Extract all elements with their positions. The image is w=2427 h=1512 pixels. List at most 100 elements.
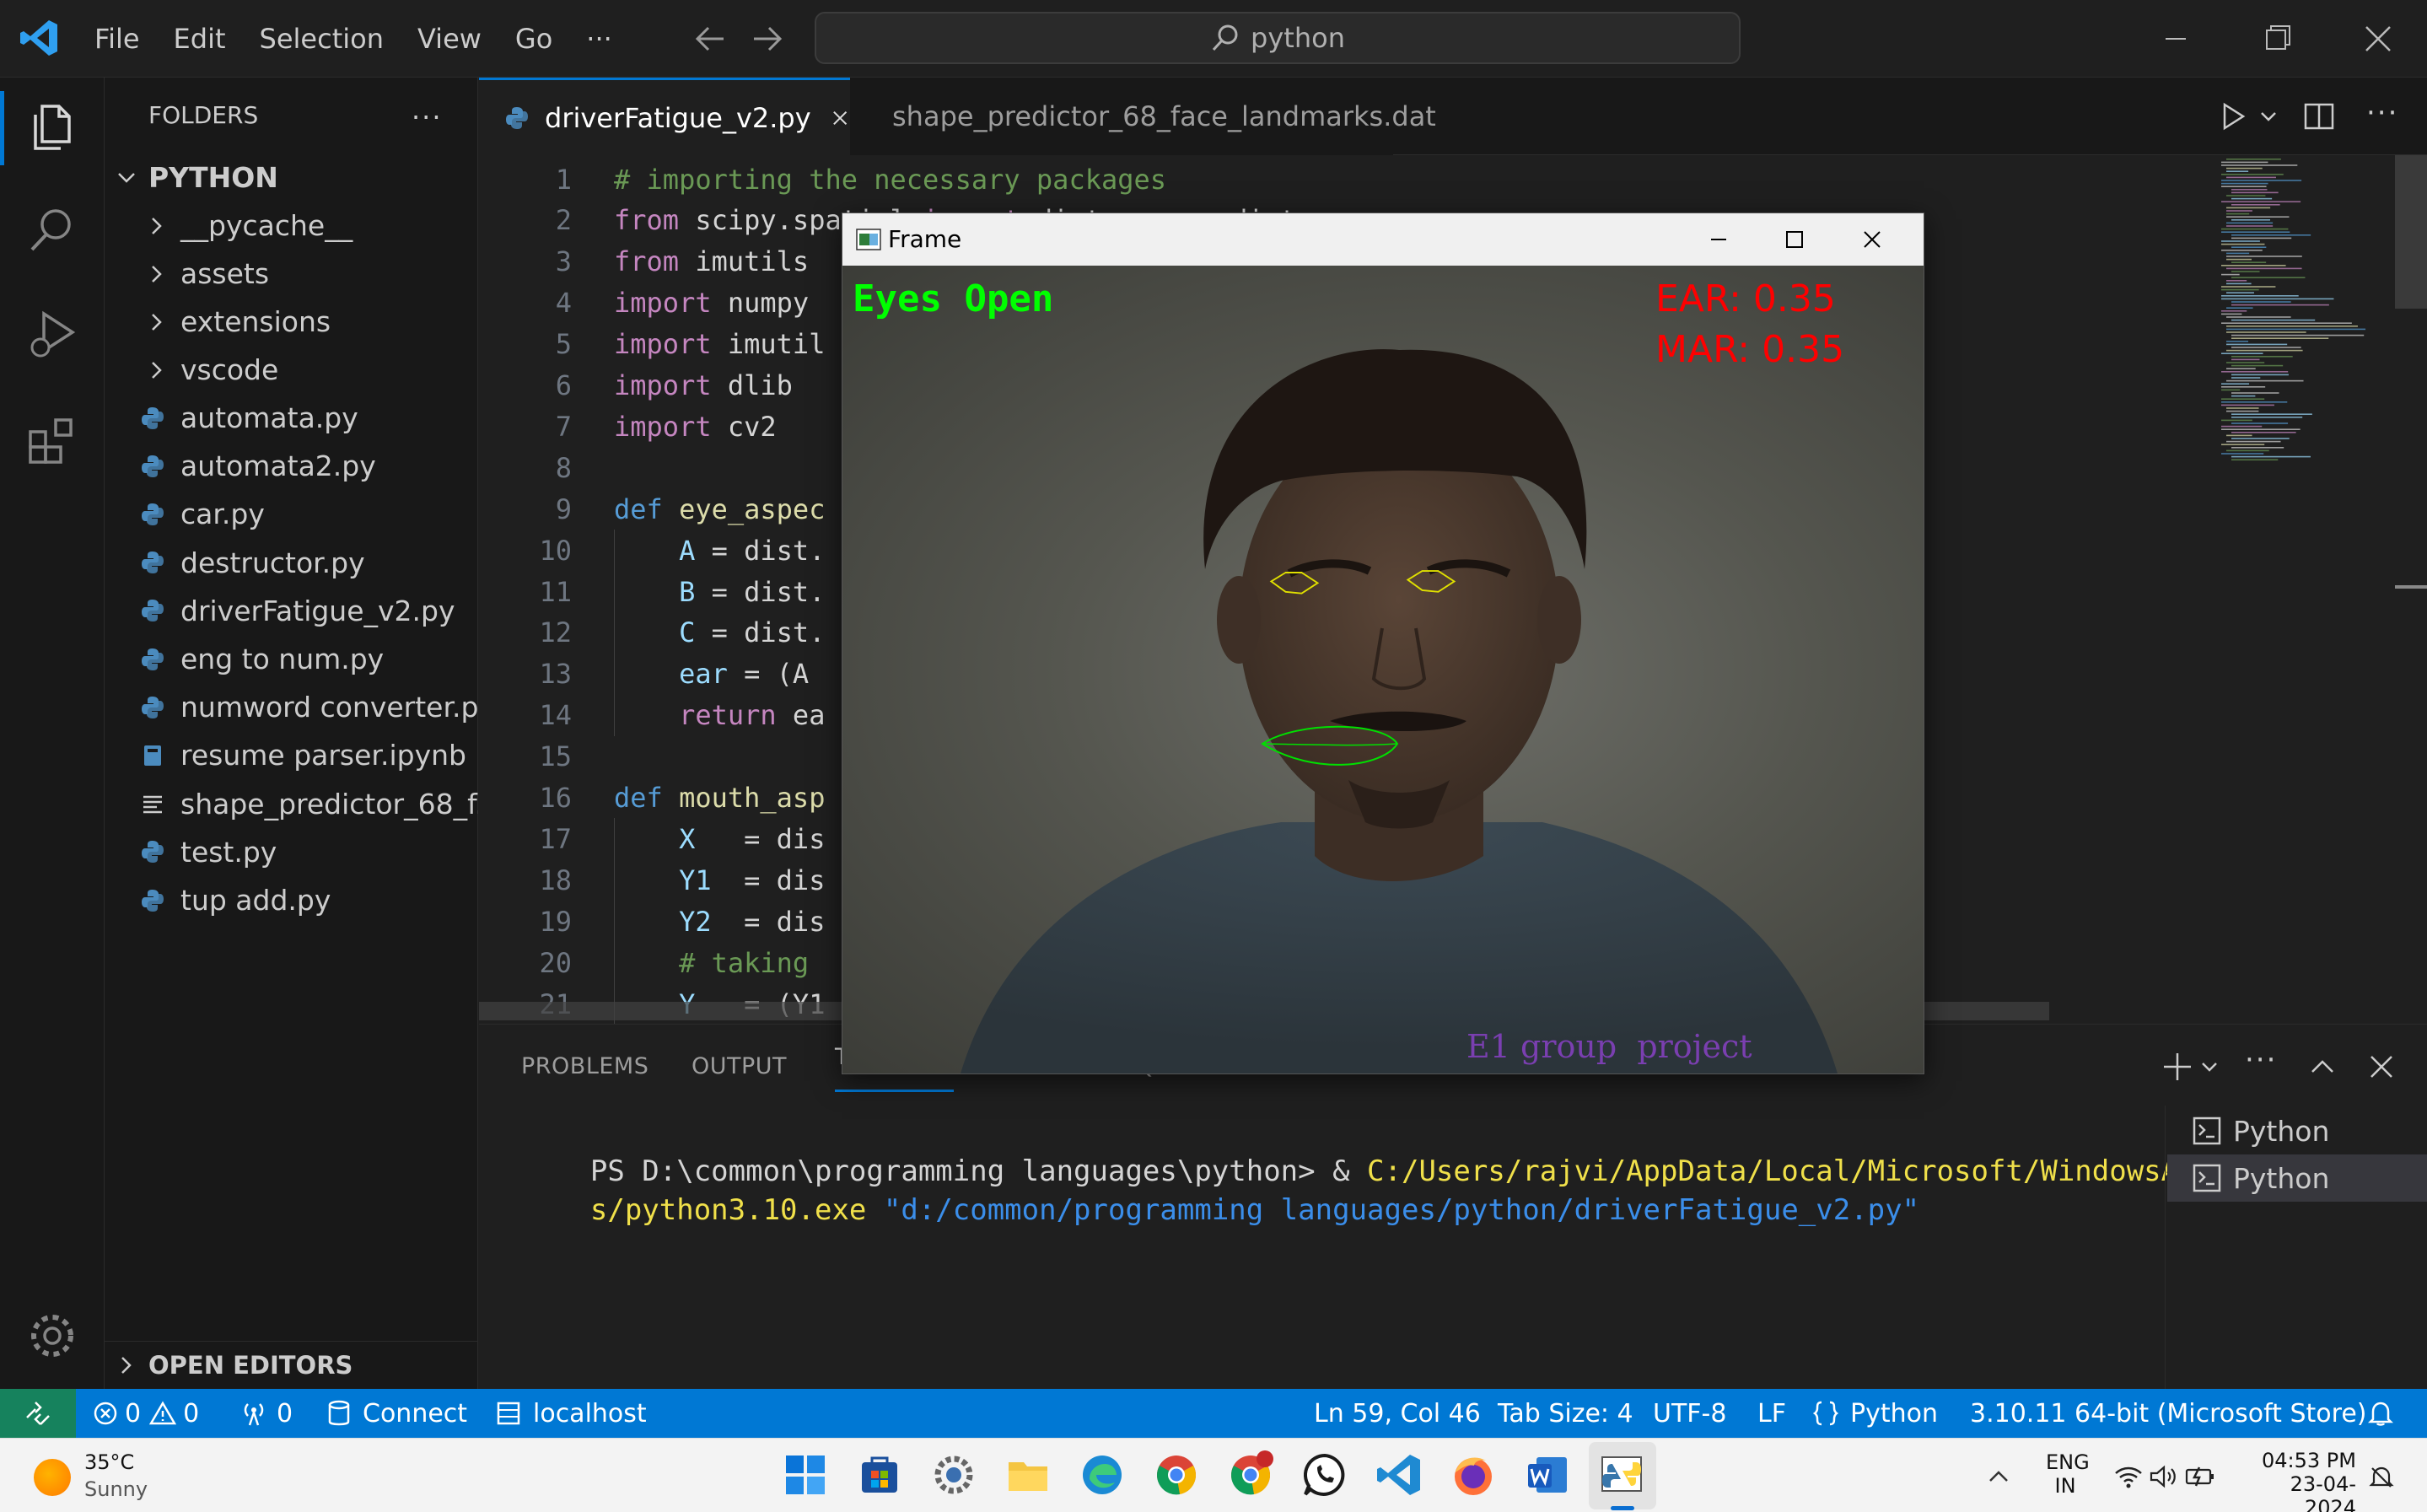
connect-status[interactable]: Connect xyxy=(327,1389,467,1438)
menu-file[interactable]: File xyxy=(78,0,157,78)
tab-size[interactable]: Tab Size: 4 xyxy=(1498,1389,1633,1438)
close-panel-icon[interactable] xyxy=(2366,1052,2397,1082)
file-item[interactable]: automata.py xyxy=(105,394,478,442)
ports-status[interactable]: 0 xyxy=(239,1389,293,1438)
windows-start-icon[interactable] xyxy=(781,1450,830,1499)
code-line[interactable]: 9 def eye_aspec xyxy=(479,488,826,530)
input-language[interactable]: ENG IN xyxy=(2046,1450,2090,1498)
terminal-list-item-active[interactable]: Python xyxy=(2167,1154,2427,1202)
menu-more[interactable]: ··· xyxy=(569,0,629,78)
terminal-line-2[interactable]: s/python3.10.exe "d:/common/programming … xyxy=(521,1160,1919,1261)
vscode-taskbar-icon[interactable] xyxy=(1375,1450,1423,1499)
editor-more-actions-icon[interactable]: ··· xyxy=(2366,96,2398,130)
open-editors-section[interactable]: OPEN EDITORS xyxy=(105,1341,478,1389)
chrome-profile-icon[interactable] xyxy=(1226,1450,1275,1499)
folder-item[interactable]: extensions xyxy=(105,298,478,346)
tab-driverfatigue[interactable]: driverFatigue_v2.py xyxy=(479,78,850,155)
file-item[interactable]: numword converter.py xyxy=(105,683,478,731)
frame-minimize-button[interactable] xyxy=(1704,225,1733,254)
close-tab-icon[interactable] xyxy=(830,105,850,131)
folder-item[interactable]: vscode xyxy=(105,346,478,394)
weather-sun-icon[interactable] xyxy=(34,1459,71,1496)
python-app-icon[interactable] xyxy=(1597,1450,1646,1499)
tab-problems[interactable]: PROBLEMS xyxy=(521,1025,648,1107)
terminal-dropdown-chevron-icon[interactable] xyxy=(2199,1057,2220,1077)
file-item[interactable]: automata2.py xyxy=(105,442,478,490)
file-item[interactable]: destructor.py xyxy=(105,539,478,587)
system-tray-chevron-icon[interactable] xyxy=(1987,1466,2010,1486)
code-line[interactable]: 11 B = dist. xyxy=(479,571,825,612)
code-line[interactable]: 13 ear = (A xyxy=(479,653,809,695)
weather-temp[interactable]: 35°C xyxy=(84,1450,134,1474)
file-item[interactable]: test.py xyxy=(105,828,478,876)
split-editor-icon[interactable] xyxy=(2302,100,2336,133)
file-item[interactable]: car.py xyxy=(105,490,478,538)
command-center-search[interactable]: python xyxy=(815,12,1741,64)
encoding[interactable]: UTF-8 xyxy=(1653,1389,1726,1438)
code-line[interactable]: 10 A = dist. xyxy=(479,530,825,572)
file-item[interactable]: driverFatigue_v2.py xyxy=(105,587,478,635)
code-line[interactable]: 14 return ea xyxy=(479,694,825,736)
word-icon[interactable] xyxy=(1523,1450,1572,1499)
code-line[interactable]: 17 X = dis xyxy=(479,818,825,860)
remote-indicator[interactable] xyxy=(0,1389,76,1438)
file-item[interactable]: tup add.py xyxy=(105,876,478,924)
menu-go[interactable]: Go xyxy=(498,0,569,78)
frame-maximize-button[interactable] xyxy=(1780,225,1809,254)
terminal-list-item[interactable]: Python xyxy=(2193,1107,2329,1154)
wifi-icon[interactable] xyxy=(2113,1464,2144,1489)
clock[interactable]: 04:53 PM 23-04-2024 xyxy=(2247,1449,2356,1512)
more-actions-icon[interactable]: ··· xyxy=(412,101,443,133)
settings-gear-icon[interactable] xyxy=(24,1307,81,1364)
search-icon[interactable] xyxy=(24,201,81,258)
notification-center-icon[interactable] xyxy=(2368,1464,2395,1491)
code-line[interactable]: 7 import cv2 xyxy=(479,406,777,447)
host-status[interactable]: localhost xyxy=(496,1389,647,1438)
code-line[interactable]: 19 Y2 = dis xyxy=(479,901,825,943)
folder-item[interactable]: assets xyxy=(105,250,478,298)
extensions-icon[interactable] xyxy=(24,410,81,467)
code-line[interactable]: 20 # taking xyxy=(479,942,809,984)
code-line[interactable]: 15 xyxy=(479,736,614,778)
volume-icon[interactable] xyxy=(2149,1464,2177,1489)
cursor-position[interactable]: Ln 59, Col 46 xyxy=(1314,1389,1481,1438)
code-line[interactable]: 18 Y1 = dis xyxy=(479,859,825,901)
restore-button[interactable] xyxy=(2260,22,2294,54)
close-button[interactable] xyxy=(2361,22,2395,56)
code-line[interactable]: 8 xyxy=(479,447,614,488)
vertical-scrollbar-thumb[interactable] xyxy=(2395,155,2427,309)
file-explorer-icon[interactable] xyxy=(1004,1450,1052,1499)
run-debug-icon[interactable] xyxy=(24,305,81,363)
new-terminal-plus-icon[interactable] xyxy=(2161,1050,2194,1084)
store-icon[interactable] xyxy=(855,1450,904,1499)
file-item[interactable]: shape_predictor_68_f... xyxy=(105,780,478,828)
end-of-line[interactable]: LF xyxy=(1757,1389,1786,1438)
code-line[interactable]: 6 import dlib xyxy=(479,365,793,406)
edge-browser-icon[interactable] xyxy=(1078,1450,1127,1499)
whatsapp-icon[interactable] xyxy=(1300,1450,1349,1499)
explorer-icon[interactable] xyxy=(24,98,81,155)
forward-arrow-icon[interactable] xyxy=(751,24,784,54)
maximize-panel-icon[interactable] xyxy=(2307,1052,2338,1082)
weather-desc[interactable]: Sunny xyxy=(84,1477,148,1501)
code-line[interactable]: 16 def mouth_asp xyxy=(479,778,825,819)
frame-close-button[interactable] xyxy=(1858,225,1886,254)
run-python-file-icon[interactable] xyxy=(2216,100,2250,133)
problems-status[interactable]: 0 0 xyxy=(93,1389,199,1438)
menu-selection[interactable]: Selection xyxy=(243,0,401,78)
code-line[interactable]: 3 from imutils xyxy=(479,241,809,282)
code-line[interactable]: 1 # importing the necessary packages xyxy=(479,159,1166,200)
code-line[interactable]: 4 import numpy xyxy=(479,282,809,324)
python-interpreter[interactable]: 3.10.11 64-bit (Microsoft Store) xyxy=(1970,1389,2366,1438)
tab-output[interactable]: OUTPUT xyxy=(692,1025,787,1107)
opencv-frame-window[interactable]: Frame Eyes Open EAR: 0.35 MAR: 0.35 E1 g… xyxy=(842,213,1924,1074)
settings-app-icon[interactable] xyxy=(929,1450,978,1499)
battery-icon[interactable] xyxy=(2184,1464,2218,1489)
notifications-bell-icon[interactable] xyxy=(2366,1389,2395,1438)
language-mode[interactable]: Python xyxy=(1813,1389,1938,1438)
file-item[interactable]: resume parser.ipynb xyxy=(105,731,478,779)
tree-root-python[interactable]: PYTHON xyxy=(105,153,478,202)
back-arrow-icon[interactable] xyxy=(693,24,727,54)
menu-view[interactable]: View xyxy=(401,0,498,78)
firefox-icon[interactable] xyxy=(1449,1450,1498,1499)
